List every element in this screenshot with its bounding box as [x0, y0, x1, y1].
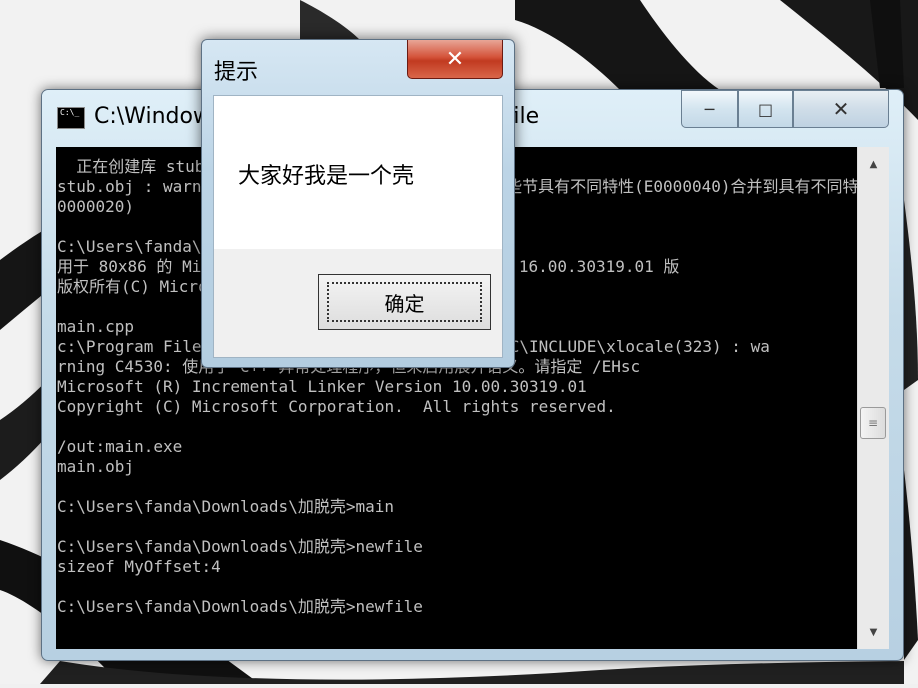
dialog-title: 提示	[214, 60, 259, 85]
minimize-button[interactable]: ─	[681, 90, 738, 128]
minimize-icon: ─	[704, 99, 715, 119]
dialog-close-button[interactable]: ✕	[407, 40, 503, 79]
dialog-message: 大家好我是一个壳	[238, 164, 415, 189]
console-caption-buttons: ─ □ ✕	[681, 90, 889, 130]
close-icon: ✕	[832, 97, 850, 121]
scroll-thumb[interactable]: ≡	[860, 407, 886, 439]
maximize-icon: □	[757, 99, 774, 119]
dialog-client-area: 大家好我是一个壳 确定	[213, 95, 503, 358]
scroll-up-arrow-icon[interactable]: ▲	[858, 147, 889, 181]
dialog-message-panel: 大家好我是一个壳	[214, 96, 502, 249]
ok-button-label: 确定	[327, 282, 482, 322]
grip-icon: ≡	[867, 416, 879, 430]
close-button[interactable]: ✕	[793, 90, 889, 128]
maximize-button[interactable]: □	[738, 90, 793, 128]
close-icon: ✕	[445, 46, 465, 72]
ok-button[interactable]: 确定	[318, 274, 491, 330]
vertical-scrollbar[interactable]: ▲ ≡ ▼	[857, 147, 889, 649]
scroll-down-arrow-icon[interactable]: ▼	[858, 615, 889, 649]
cmd-icon: C:\_	[57, 107, 85, 129]
message-box-dialog[interactable]: 提示 ✕ 大家好我是一个壳 确定	[201, 39, 515, 368]
